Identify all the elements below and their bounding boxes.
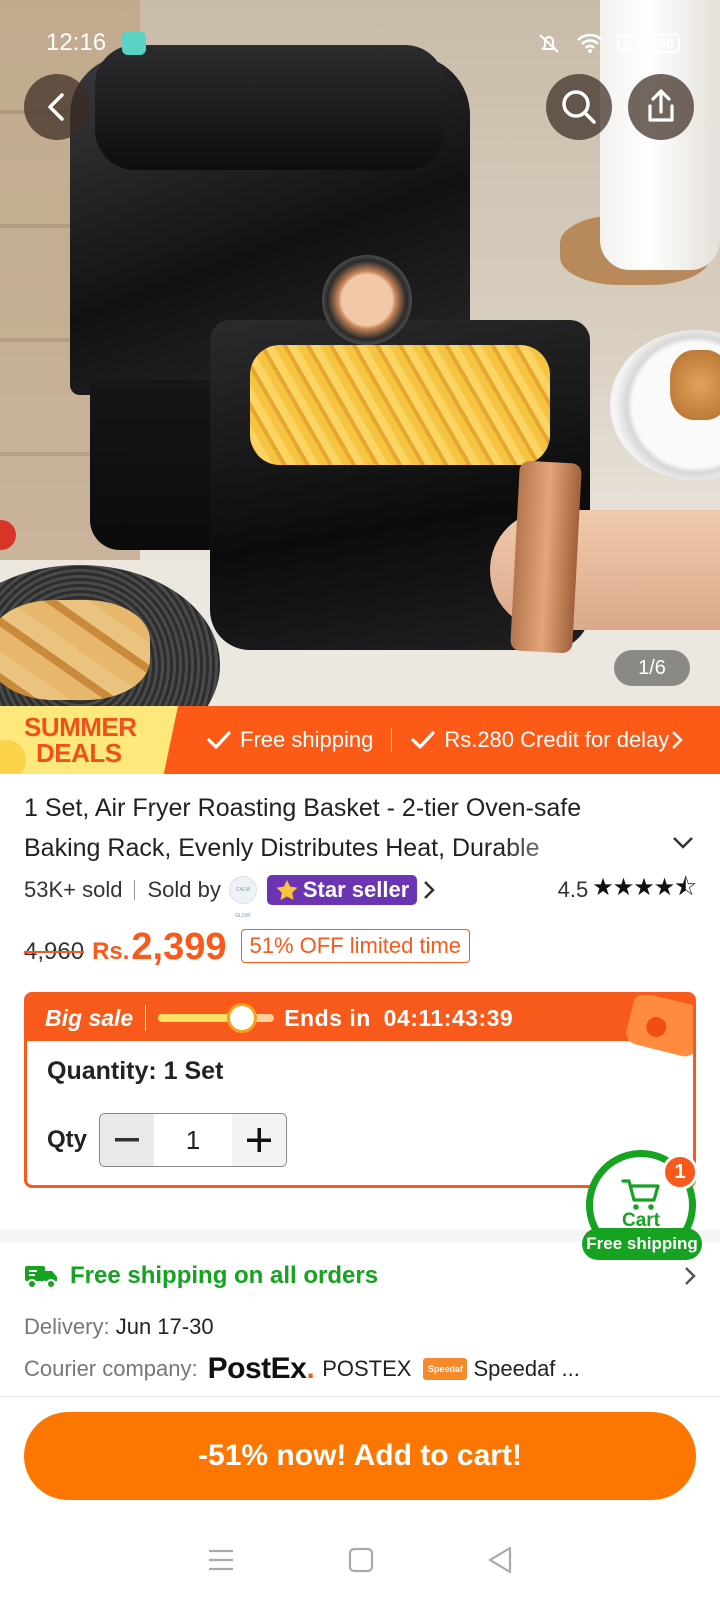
- ends-in-label: Ends in 04:11:43:39: [284, 1005, 513, 1032]
- promo-credit-label: Rs.280 Credit for delay: [444, 727, 670, 752]
- status-bar: 12:16 90: [46, 26, 680, 60]
- summer-deals-line1: SUMMER: [24, 712, 137, 742]
- meta-divider: [134, 880, 136, 900]
- delivery-value: Jun 17-30: [115, 1314, 214, 1339]
- air-fryer-lid: [95, 45, 445, 170]
- chevron-right-icon[interactable]: [423, 880, 436, 900]
- rating[interactable]: 4.5 ★★★★⯪: [557, 870, 697, 911]
- chevron-right-icon[interactable]: [684, 1266, 696, 1286]
- truck-icon: [25, 1266, 57, 1289]
- postex-logo-text: PostEx: [207, 1352, 307, 1385]
- free-shipping-headline: Free shipping on all orders: [70, 1262, 379, 1289]
- notification-app-icon: [122, 31, 147, 55]
- big-sale-divider: [145, 1005, 147, 1031]
- air-fryer-handle: [510, 460, 582, 654]
- sold-by-label: Sold by: [147, 877, 221, 902]
- check-icon: [207, 731, 231, 749]
- delivery-key: Delivery:: [24, 1314, 110, 1339]
- fries-in-basket: [250, 345, 550, 465]
- chevron-left-icon: [48, 93, 64, 121]
- check-icon: [411, 731, 435, 749]
- star-icon: [276, 880, 298, 900]
- menu-icon[interactable]: [207, 1548, 235, 1572]
- speedaf-logo-text: Speedaf: [427, 1364, 463, 1374]
- search-icon: [562, 90, 596, 124]
- sun-icon: [0, 740, 26, 774]
- cart-icon: [621, 1179, 660, 1210]
- courier-postex: POSTEX: [322, 1356, 412, 1381]
- shop-logo[interactable]: CALM GLOW: [228, 876, 257, 919]
- original-price: 4,960: [24, 938, 85, 965]
- home-icon[interactable]: [348, 1547, 374, 1573]
- decrease-quantity-button[interactable]: [100, 1114, 154, 1166]
- sale-price: 2,399: [131, 926, 227, 968]
- big-sale-box: Big sale Ends in 04:11:43:39 Quantity: 1…: [24, 992, 696, 1188]
- add-to-cart-button[interactable]: -51% now! Add to cart!: [24, 1412, 696, 1500]
- summer-deals-line2: DEALS: [36, 738, 122, 768]
- screen-record-icon: [617, 35, 640, 51]
- background-food-left: [0, 600, 150, 700]
- star-seller-badge[interactable]: Star seller: [266, 875, 418, 905]
- quantity-value[interactable]: 1: [154, 1114, 232, 1166]
- promo-bar[interactable]: SUMMER DEALS Free shipping Rs.280 Credit…: [0, 706, 720, 774]
- summer-deals-badge: SUMMER DEALS: [0, 706, 178, 774]
- share-icon: [648, 89, 674, 122]
- battery-indicator: 90: [652, 33, 680, 53]
- big-sale-header: Big sale Ends in 04:11:43:39: [27, 995, 693, 1059]
- quantity-row: Qty 1: [47, 1113, 287, 1167]
- courier-speedaf: Speedaf ...: [473, 1356, 580, 1381]
- promo-free-shipping-label: Free shipping: [240, 727, 374, 752]
- price-row: 4,960 Rs. 2,399 51% OFF limited time: [24, 926, 471, 976]
- discount-badge: 51% OFF limited time: [240, 929, 471, 963]
- courier-key: Courier company:: [24, 1356, 198, 1381]
- background-food-right: [670, 350, 720, 420]
- shipping-row[interactable]: Free shipping on all orders: [24, 1256, 696, 1296]
- promo-credit: Rs.280 Credit for delay: [410, 727, 684, 753]
- rating-stars: ★★★★⯪: [592, 873, 697, 901]
- star-seller-label: Star seller: [302, 877, 410, 902]
- search-button[interactable]: [546, 74, 612, 140]
- increase-quantity-button[interactable]: [232, 1114, 286, 1166]
- back-nav-icon[interactable]: [487, 1546, 513, 1574]
- courier-info: Courier company: PostEx. POSTEX Speedaf …: [24, 1352, 580, 1386]
- speedaf-logo: Speedaf: [423, 1358, 468, 1380]
- bottom-divider: [0, 1396, 720, 1397]
- ends-in-text: Ends in: [284, 1004, 371, 1031]
- chevron-down-icon[interactable]: [672, 836, 694, 850]
- big-sale-label: Big sale: [45, 1004, 134, 1031]
- postex-logo: PostEx.: [207, 1352, 315, 1385]
- title-fade: [500, 830, 640, 870]
- countdown: 04:11:43:39: [383, 1004, 514, 1031]
- clock-icon: [226, 1003, 257, 1033]
- cart-count-badge: 1: [662, 1154, 698, 1190]
- quantity-label: Quantity: 1 Set: [47, 1057, 224, 1085]
- sold-count: 53K+ sold: [24, 877, 123, 902]
- promo-free-shipping: Free shipping: [206, 727, 373, 753]
- promo-divider: [391, 728, 393, 752]
- image-counter: 1/6: [614, 650, 690, 686]
- system-nav-bar: [0, 1520, 720, 1600]
- status-time: 12:16: [46, 29, 107, 56]
- delivery-info: Delivery: Jun 17-30: [24, 1314, 214, 1340]
- quantity-stepper[interactable]: 1: [99, 1113, 287, 1167]
- mute-icon: [539, 34, 560, 53]
- chevron-right-icon: [672, 731, 684, 749]
- product-meta-row: 53K+ sold Sold by CALM GLOW Star seller …: [24, 870, 697, 920]
- sale-decoration: [623, 995, 693, 1059]
- share-button[interactable]: [628, 74, 694, 140]
- back-button[interactable]: [24, 74, 90, 140]
- plus-icon: [247, 1128, 271, 1152]
- currency-symbol: Rs.: [92, 938, 130, 965]
- wifi-icon: [577, 33, 604, 53]
- air-fryer-knob: [322, 255, 412, 345]
- qty-label: Qty: [47, 1126, 88, 1153]
- product-image[interactable]: [0, 0, 720, 720]
- minus-icon: [115, 1138, 139, 1142]
- shop-logo-text: CALM GLOW: [235, 887, 251, 919]
- rating-value: 4.5: [557, 877, 589, 902]
- sale-progress-bar: [158, 1003, 275, 1033]
